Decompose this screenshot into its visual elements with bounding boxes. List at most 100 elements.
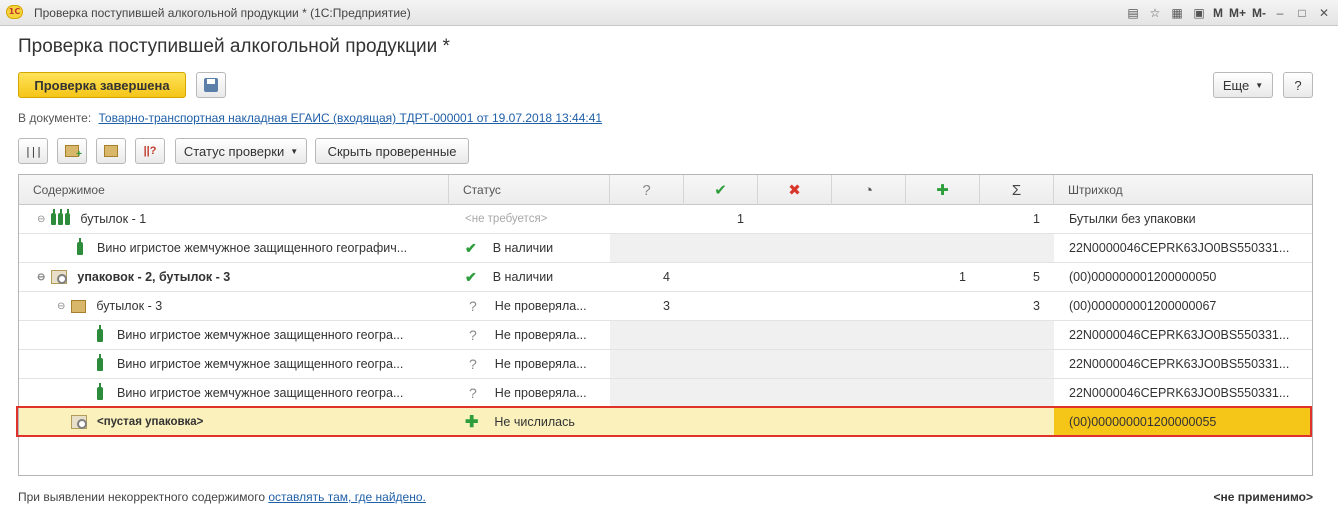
checkmark-icon: ✔: [465, 239, 477, 256]
table-row[interactable]: Вино игристое жемчужное защищенного геог…: [19, 234, 1312, 263]
content-cell: ⊖ бутылок - 3: [57, 292, 449, 320]
status-cell: ? Не проверяла...: [465, 379, 610, 407]
content-cell: ⊖ бутылок - 1: [37, 205, 449, 233]
minimize-icon[interactable]: –: [1272, 5, 1288, 21]
package-search-icon: [71, 415, 87, 429]
content-text: Вино игристое жемчужное защищенного геог…: [117, 357, 404, 371]
content-text: Вино игристое жемчужное защищенного геог…: [97, 241, 408, 255]
box-icon: [71, 299, 87, 313]
print-icon[interactable]: ▤: [1125, 5, 1141, 21]
total-cell: 5: [1033, 270, 1040, 284]
add-package-button[interactable]: +: [57, 138, 87, 164]
content-text: Вино игристое жемчужное защищенного геог…: [117, 386, 404, 400]
counts-cell: [610, 379, 1054, 407]
status-text: Не проверяла...: [494, 299, 587, 313]
maximize-icon[interactable]: □: [1294, 5, 1310, 21]
package-search-icon: [51, 270, 68, 284]
open-package-button[interactable]: [96, 138, 126, 164]
barcode-cell: 22N0000046CEPRK63JO0BS550331...: [1069, 241, 1290, 255]
window-titlebar: 1С Проверка поступившей алкогольной прод…: [0, 0, 1338, 26]
products-table[interactable]: Содержимое Статус ? ✔ ✖ ◔ ✚ Σ Штрихкод ⊖…: [18, 174, 1313, 476]
column-status[interactable]: Статус: [449, 175, 610, 205]
footer-note: При выявлении некорректного содержимого …: [18, 490, 426, 504]
table-header: Содержимое Статус ? ✔ ✖ ◔ ✚ Σ Штрихкод: [19, 175, 1312, 205]
content-text: упаковок - 2, бутылок - 3: [77, 270, 231, 284]
column-extra[interactable]: ✚: [906, 175, 980, 205]
barcode-cell: 22N0000046CEPRK63JO0BS550331...: [1069, 328, 1290, 342]
calendar-icon[interactable]: ▣: [1191, 5, 1207, 21]
status-text: Не проверяла...: [494, 386, 587, 400]
barcode-cell: 22N0000046CEPRK63JO0BS550331...: [1069, 386, 1290, 400]
window-title: Проверка поступившей алкогольной продукц…: [34, 6, 411, 20]
barcode-icon: |||: [24, 144, 43, 158]
close-icon[interactable]: ✕: [1316, 5, 1332, 21]
table-row[interactable]: Вино игристое жемчужное защищенного геог…: [19, 350, 1312, 379]
column-unknown[interactable]: ?: [610, 175, 684, 205]
barcode-cell: (00)000000001200000050: [1069, 270, 1217, 284]
footer-link[interactable]: оставлять там, где найдено.: [268, 490, 426, 504]
column-content[interactable]: Содержимое: [19, 175, 449, 205]
table-row[interactable]: Вино игристое жемчужное защищенного геог…: [19, 321, 1312, 350]
column-checked[interactable]: ✔: [684, 175, 758, 205]
package-barcode-icon: [104, 145, 118, 157]
content-text: бутылок - 3: [96, 299, 163, 313]
checkmark-icon: ✔: [465, 268, 477, 285]
barcode-cell: (00)000000001200000067: [1069, 299, 1217, 313]
content-cell: ⊖ упаковок - 2, бутылок - 3: [37, 263, 449, 291]
more-button-label: Еще: [1222, 77, 1250, 93]
collapse-icon[interactable]: ⊖: [37, 272, 45, 283]
chevron-down-icon: ▼: [1255, 80, 1264, 90]
more-button[interactable]: Еще ▼: [1213, 72, 1273, 98]
status-cell: <не требуется>: [465, 213, 548, 225]
calculator-icon[interactable]: ▦: [1169, 5, 1185, 21]
status-text: В наличии: [492, 241, 554, 255]
content-cell: Вино игристое жемчужное защищенного геог…: [97, 379, 449, 407]
footer-status[interactable]: <не применимо>: [1214, 490, 1313, 504]
bottle-icon: [97, 382, 103, 400]
memory-plus-button[interactable]: M+: [1229, 6, 1246, 20]
check-complete-button[interactable]: Проверка завершена: [18, 72, 186, 98]
extra-cell: 1: [959, 270, 966, 284]
question-icon: ?: [469, 385, 477, 401]
unknown-barcode-button[interactable]: ||?: [135, 138, 165, 164]
table-row-selected[interactable]: <пустая упаковка> ✚ Не числилась (00)000…: [19, 408, 1312, 437]
table-row[interactable]: ⊖ бутылок - 3 ? Не проверяла... 3 3 (00)…: [19, 292, 1312, 321]
bottle-icon: [77, 237, 83, 255]
window-toolbar: ▤ ☆ ▦ ▣ M M+ M- – □ ✕: [1125, 3, 1332, 23]
status-cell: ✔ В наличии: [465, 234, 610, 262]
status-cell: ✔ В наличии: [465, 263, 610, 291]
status-cell: ? Не проверяла...: [465, 292, 610, 320]
document-label: В документе:: [18, 111, 92, 125]
unknown-cell: 3: [663, 299, 670, 313]
memory-minus-button[interactable]: M-: [1252, 6, 1266, 20]
column-total[interactable]: Σ: [980, 175, 1054, 205]
table-row[interactable]: ⊖ бутылок - 1 <не требуется> 1 1 Бутылки…: [19, 205, 1312, 234]
content-cell: Вино игристое жемчужное защищенного геог…: [97, 321, 449, 349]
table-row[interactable]: ⊖ упаковок - 2, бутылок - 3 ✔ В наличии …: [19, 263, 1312, 292]
check-status-dropdown[interactable]: Статус проверки ▼: [175, 138, 307, 164]
chevron-down-icon: ▼: [290, 146, 299, 156]
column-barcode[interactable]: Штрихкод: [1054, 175, 1312, 205]
document-link[interactable]: Товарно-транспортная накладная ЕГАИС (вх…: [99, 111, 603, 125]
counts-cell: [610, 350, 1054, 378]
column-missing[interactable]: ✖: [758, 175, 832, 205]
column-partial[interactable]: ◔: [832, 175, 906, 205]
status-cell: ? Не проверяла...: [465, 321, 610, 349]
content-cell: Вино игристое жемчужное защищенного геог…: [97, 350, 449, 378]
bottles-icon: [51, 209, 71, 225]
collapse-icon[interactable]: ⊖: [37, 214, 45, 225]
hide-checked-button[interactable]: Скрыть проверенные: [315, 138, 469, 164]
table-row[interactable]: Вино игристое жемчужное защищенного геог…: [19, 379, 1312, 408]
status-text: Не проверяла...: [494, 328, 587, 342]
help-button[interactable]: ?: [1283, 72, 1313, 98]
page-title: Проверка поступившей алкогольной продукц…: [18, 36, 450, 57]
package-add-icon: +: [65, 145, 82, 160]
memory-button[interactable]: M: [1213, 6, 1223, 20]
save-button[interactable]: [196, 72, 226, 98]
collapse-icon[interactable]: ⊖: [57, 301, 65, 312]
status-text: В наличии: [492, 270, 554, 284]
bottle-icon: [97, 353, 103, 371]
scan-barcode-button[interactable]: |||: [18, 138, 48, 164]
bottle-icon: [97, 324, 103, 342]
bookmark-icon[interactable]: ☆: [1147, 5, 1163, 21]
